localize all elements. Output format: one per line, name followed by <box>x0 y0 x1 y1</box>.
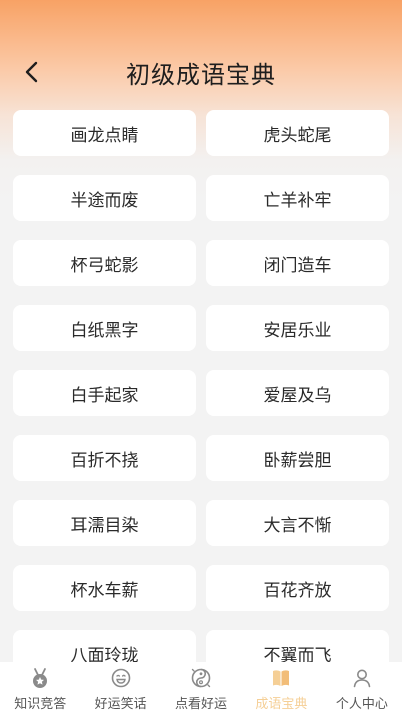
idiom-card[interactable]: 大言不惭 <box>206 500 389 546</box>
person-icon <box>351 667 373 689</box>
idiom-card[interactable]: 杯弓蛇影 <box>13 240 196 286</box>
idiom-card[interactable]: 亡羊补牢 <box>206 175 389 221</box>
smile-face-icon <box>110 667 132 689</box>
fortune-icon <box>190 667 212 689</box>
idiom-card[interactable]: 爱屋及乌 <box>206 370 389 416</box>
tab-label: 点看好运 <box>175 697 228 712</box>
idiom-card[interactable]: 杯水车薪 <box>13 565 196 611</box>
idiom-card[interactable]: 白纸黑字 <box>13 305 196 351</box>
tab-personal-center[interactable]: 个人中心 <box>322 662 402 716</box>
idiom-grid: 画龙点睛 虎头蛇尾 半途而废 亡羊补牢 杯弓蛇影 闭门造车 白纸黑字 安居乐业 … <box>13 110 389 662</box>
tab-check-fortune[interactable]: 点看好运 <box>161 662 241 716</box>
idiom-card[interactable]: 闭门造车 <box>206 240 389 286</box>
idiom-card[interactable]: 百折不挠 <box>13 435 196 481</box>
bottom-tab-bar: 知识竞答 好运笑话 点看好运 成语宝典 个人中心 <box>0 662 402 716</box>
tab-label: 成语宝典 <box>255 697 308 712</box>
tab-label: 好运笑话 <box>94 697 147 712</box>
idiom-card[interactable]: 八面玲珑 <box>13 630 196 662</box>
tab-knowledge-quiz[interactable]: 知识竞答 <box>0 662 80 716</box>
tab-lucky-jokes[interactable]: 好运笑话 <box>80 662 160 716</box>
idiom-card[interactable]: 不翼而飞 <box>206 630 389 662</box>
idiom-card[interactable]: 虎头蛇尾 <box>206 110 389 156</box>
idiom-card[interactable]: 画龙点睛 <box>13 110 196 156</box>
header: 初级成语宝典 <box>0 0 402 108</box>
idiom-card[interactable]: 安居乐业 <box>206 305 389 351</box>
app-screen: 初级成语宝典 画龙点睛 虎头蛇尾 半途而废 亡羊补牢 杯弓蛇影 闭门造车 白纸黑… <box>0 0 402 716</box>
idiom-card[interactable]: 耳濡目染 <box>13 500 196 546</box>
idiom-card[interactable]: 半途而废 <box>13 175 196 221</box>
tab-label: 个人中心 <box>335 697 388 712</box>
medal-icon <box>29 667 51 689</box>
idiom-card[interactable]: 卧薪尝胆 <box>206 435 389 481</box>
page-title: 初级成语宝典 <box>126 61 276 89</box>
tab-label: 知识竞答 <box>14 697 67 712</box>
book-icon <box>270 667 292 689</box>
idiom-card[interactable]: 百花齐放 <box>206 565 389 611</box>
idiom-card[interactable]: 白手起家 <box>13 370 196 416</box>
tab-idiom-dictionary[interactable]: 成语宝典 <box>241 662 321 716</box>
